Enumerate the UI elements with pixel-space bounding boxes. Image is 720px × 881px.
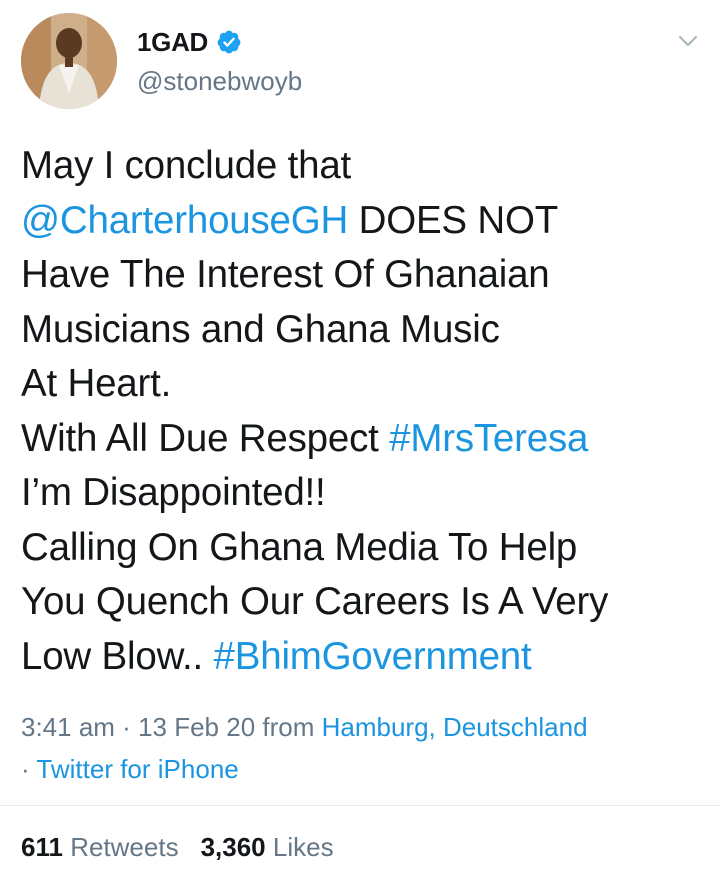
meta-separator-2: · (21, 754, 37, 784)
tweet-date: 13 Feb 20 (138, 712, 256, 742)
location-link[interactable]: Hamburg, Deutschland (322, 712, 588, 742)
tweet-text-segment: I’m Disappointed!! (21, 471, 326, 514)
tweet-text-segment: You Quench Our Careers Is A Very (21, 580, 609, 623)
meta-line-2: · Twitter for iPhone (21, 748, 711, 790)
tweet-text-segment: Have The Interest Of Ghanaian (21, 253, 550, 296)
tweet-line: May I conclude that (21, 139, 711, 194)
meta-separator: · (114, 712, 139, 742)
handle[interactable]: @stonebwoyb (137, 66, 302, 97)
likes-label: Likes (272, 832, 334, 862)
tweet-line: Musicians and Ghana Music (21, 303, 711, 358)
retweets-stat[interactable]: 611 Retweets (21, 832, 179, 862)
tweet-text-segment: Low Blow.. (21, 634, 214, 678)
mention-link[interactable]: @CharterhouseGH (21, 199, 348, 242)
tweet-line: You Quench Our Careers Is A Very (21, 575, 711, 630)
client-link[interactable]: Twitter for iPhone (36, 754, 238, 784)
tweet-text-segment: At Heart. (21, 362, 172, 405)
tweet-text-segment: Musicians and Ghana Music (21, 307, 500, 351)
meta-line-1: 3:41 am · 13 Feb 20 from Hamburg, Deutsc… (21, 706, 711, 748)
from-label: from (255, 712, 322, 742)
tweet-line: @CharterhouseGH DOES NOT (21, 194, 711, 249)
tweet-header: 1GAD @stonebwoyb (0, 0, 720, 120)
profile-photo (21, 13, 117, 109)
chevron-down-icon[interactable] (677, 30, 699, 52)
likes-stat[interactable]: 3,360 Likes (201, 832, 334, 862)
display-name[interactable]: 1GAD (137, 27, 208, 58)
tweet-line: With All Due Respect #MrsTeresa (21, 412, 711, 467)
retweets-label: Retweets (70, 832, 179, 862)
tweet-line: Low Blow.. #BhimGovernment (21, 630, 711, 685)
tweet-line: Calling On Ghana Media To Help (21, 521, 711, 576)
tweet-line: At Heart. (21, 357, 711, 412)
divider (0, 805, 720, 806)
tweet-time: 3:41 am (21, 712, 115, 742)
tweet-text-segment: With All Due Respect (21, 416, 390, 460)
tweet-text: May I conclude that @CharterhouseGH DOES … (21, 139, 711, 684)
hashtag-link[interactable]: #MrsTeresa (389, 417, 588, 460)
tweet-line: Have The Interest Of Ghanaian (21, 248, 711, 303)
tweet-line: I’m Disappointed!! (21, 466, 711, 521)
likes-count: 3,360 (200, 832, 266, 862)
tweet-text-segment: May I conclude that (21, 144, 352, 187)
tweet-text-segment: Calling On Ghana Media To Help (21, 525, 578, 569)
tweet-stats: 611 Retweets 3,360 Likes (21, 826, 334, 868)
verified-badge-icon (217, 30, 241, 54)
tweet-text-segment: DOES NOT (348, 198, 559, 242)
avatar[interactable] (21, 13, 117, 109)
tweet-meta: 3:41 am · 13 Feb 20 from Hamburg, Deutsc… (21, 706, 711, 790)
retweets-count: 611 (21, 832, 63, 862)
hashtag-link[interactable]: #BhimGovernment (214, 635, 532, 678)
